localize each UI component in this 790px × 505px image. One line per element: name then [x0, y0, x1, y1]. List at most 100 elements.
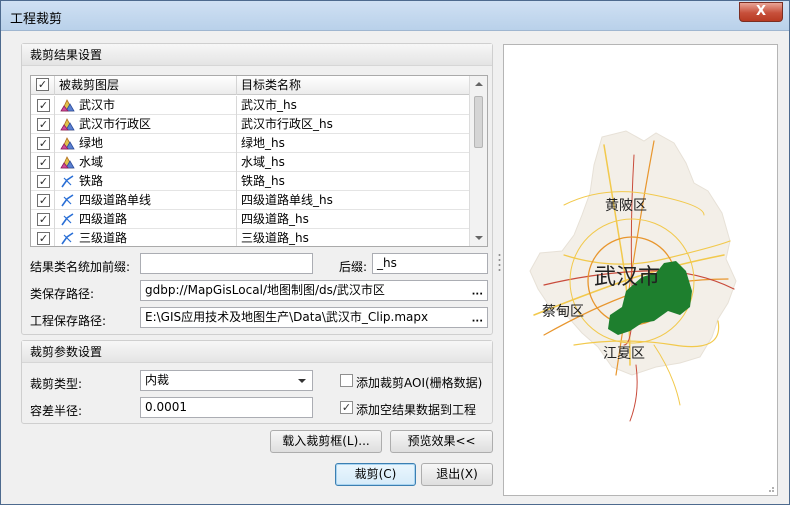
- map-preview-panel[interactable]: 黄陂区 武汉市 蔡甸区 江夏区: [503, 44, 778, 496]
- layer-cell[interactable]: 水域: [55, 153, 237, 172]
- target-cell[interactable]: 三级道路_hs: [237, 229, 469, 246]
- layer-cell[interactable]: 铁路: [55, 172, 237, 191]
- scrollbar-thumb[interactable]: [474, 96, 483, 148]
- row-check-cell: ✓: [31, 134, 55, 153]
- class-path-input[interactable]: gdbp://MapGisLocal/地图制图/ds/武汉市区 ···: [140, 280, 488, 301]
- clip-type-label: 裁剪类型:: [30, 377, 83, 391]
- class-path-browse-button[interactable]: ···: [472, 285, 483, 300]
- preview-button[interactable]: 预览效果<<: [390, 430, 493, 453]
- prefix-input[interactable]: [140, 253, 313, 274]
- layer-name: 武汉市: [79, 98, 116, 112]
- region-layer-icon: [60, 117, 75, 132]
- table-row[interactable]: ✓ 绿地 绿地_hs: [31, 134, 469, 153]
- target-cell[interactable]: 四级道路_hs: [237, 210, 469, 229]
- line-layer-icon: [60, 231, 75, 246]
- target-cell[interactable]: 四级道路单线_hs: [237, 191, 469, 210]
- add-aoi-label[interactable]: 添加裁剪AOI(栅格数据): [356, 374, 482, 391]
- dialog-client-area: 裁剪结果设置 ✓ 被裁剪图层 目标类名称 ✓ 武汉市 武汉市_hs ✓ 武汉市行政区 武汉…: [6, 32, 784, 500]
- map-label-caidian: 蔡甸区: [542, 304, 584, 320]
- prefix-label: 结果类名统加前缀:: [30, 260, 131, 274]
- exit-button[interactable]: 退出(X): [421, 463, 493, 486]
- region-layer-icon: [60, 155, 75, 170]
- layer-name: 三级道路: [79, 231, 128, 245]
- target-cell[interactable]: 武汉市行政区_hs: [237, 115, 469, 134]
- table-row[interactable]: ✓ 三级道路 三级道路_hs: [31, 229, 469, 246]
- scroll-up-arrow-icon[interactable]: [475, 82, 483, 86]
- layer-table: ✓ 被裁剪图层 目标类名称 ✓ 武汉市 武汉市_hs ✓ 武汉市行政区 武汉市行政区_hs…: [30, 75, 488, 247]
- region-layer-icon: [60, 136, 75, 151]
- line-layer-icon: [60, 212, 75, 227]
- clip-result-group: 裁剪结果设置 ✓ 被裁剪图层 目标类名称 ✓ 武汉市 武汉市_hs ✓ 武汉市行政区 武汉…: [21, 43, 493, 335]
- layer-cell[interactable]: 四级道路: [55, 210, 237, 229]
- column-header-layer[interactable]: 被裁剪图层: [55, 76, 237, 95]
- clip-type-value: 内裁: [145, 373, 170, 387]
- project-path-label: 工程保存路径:: [30, 314, 107, 328]
- select-all-column: ✓: [31, 76, 55, 95]
- table-row[interactable]: ✓ 四级道路 四级道路_hs: [31, 210, 469, 229]
- table-row[interactable]: ✓ 铁路 铁路_hs: [31, 172, 469, 191]
- class-path-label: 类保存路径:: [30, 287, 95, 301]
- layer-name: 武汉市行政区: [79, 117, 152, 131]
- row-checkbox[interactable]: ✓: [37, 156, 50, 169]
- target-cell[interactable]: 武汉市_hs: [237, 96, 469, 115]
- region-layer-icon: [60, 98, 75, 113]
- target-cell[interactable]: 水域_hs: [237, 153, 469, 172]
- row-checkbox[interactable]: ✓: [37, 232, 50, 245]
- row-check-cell: ✓: [31, 210, 55, 229]
- layer-name: 铁路: [79, 174, 104, 188]
- row-check-cell: ✓: [31, 229, 55, 246]
- table-row[interactable]: ✓ 水域 水域_hs: [31, 153, 469, 172]
- tolerance-label: 容差半径:: [30, 404, 83, 418]
- layer-cell[interactable]: 四级道路单线: [55, 191, 237, 210]
- layer-cell[interactable]: 武汉市行政区: [55, 115, 237, 134]
- row-checkbox[interactable]: ✓: [37, 213, 50, 226]
- row-check-cell: ✓: [31, 153, 55, 172]
- table-vertical-scrollbar[interactable]: [469, 76, 487, 246]
- title-bar[interactable]: 工程裁剪 X: [1, 1, 789, 31]
- layer-cell[interactable]: 三级道路: [55, 229, 237, 246]
- select-all-checkbox[interactable]: ✓: [36, 78, 49, 91]
- clip-dialog-window: 工程裁剪 X 裁剪结果设置 ✓ 被裁剪图层 目标类名称 ✓ 武汉市 武汉市_hs ✓ 武…: [0, 0, 790, 505]
- table-row[interactable]: ✓ 四级道路单线 四级道路单线_hs: [31, 191, 469, 210]
- suffix-input[interactable]: _hs: [372, 253, 488, 274]
- row-check-cell: ✓: [31, 115, 55, 134]
- row-checkbox[interactable]: ✓: [37, 175, 50, 188]
- clip-button[interactable]: 裁剪(C): [335, 463, 416, 486]
- row-checkbox[interactable]: ✓: [37, 137, 50, 150]
- chevron-down-icon[interactable]: [298, 379, 306, 383]
- load-clip-frame-button[interactable]: 载入裁剪框(L)...: [270, 430, 382, 453]
- map-label-wuhan: 武汉市: [594, 265, 661, 290]
- splitter-grip-icon[interactable]: [498, 252, 501, 272]
- layer-name: 绿地: [79, 136, 104, 150]
- resize-grip-icon[interactable]: [765, 483, 775, 493]
- project-path-input[interactable]: E:\GIS应用技术及地图生产\Data\武汉市_Clip.mapx ···: [140, 307, 488, 328]
- layer-name: 四级道路单线: [79, 193, 152, 207]
- layer-cell[interactable]: 武汉市: [55, 96, 237, 115]
- scroll-down-arrow-icon[interactable]: [475, 236, 483, 240]
- project-path-value: E:\GIS应用技术及地图生产\Data\武汉市_Clip.mapx: [145, 310, 429, 324]
- tolerance-input[interactable]: 0.0001: [140, 397, 313, 418]
- line-layer-icon: [60, 193, 75, 208]
- clip-param-group-title: 裁剪参数设置: [22, 341, 492, 363]
- map-label-huangpi: 黄陂区: [605, 198, 647, 214]
- layer-cell[interactable]: 绿地: [55, 134, 237, 153]
- table-row[interactable]: ✓ 武汉市 武汉市_hs: [31, 96, 469, 115]
- table-row[interactable]: ✓ 武汉市行政区 武汉市行政区_hs: [31, 115, 469, 134]
- clip-type-select[interactable]: 内裁: [140, 370, 313, 391]
- class-path-value: gdbp://MapGisLocal/地图制图/ds/武汉市区: [145, 283, 385, 297]
- add-empty-result-label[interactable]: 添加空结果数据到工程: [356, 401, 476, 418]
- row-checkbox[interactable]: ✓: [37, 118, 50, 131]
- project-path-browse-button[interactable]: ···: [472, 312, 483, 327]
- add-aoi-checkbox[interactable]: [340, 374, 353, 387]
- add-empty-result-checkbox[interactable]: ✓: [340, 401, 353, 414]
- column-header-target[interactable]: 目标类名称: [237, 76, 469, 95]
- row-check-cell: ✓: [31, 96, 55, 115]
- target-cell[interactable]: 绿地_hs: [237, 134, 469, 153]
- clip-result-group-title: 裁剪结果设置: [22, 44, 492, 66]
- layer-name: 四级道路: [79, 212, 128, 226]
- row-checkbox[interactable]: ✓: [37, 194, 50, 207]
- row-checkbox[interactable]: ✓: [37, 99, 50, 112]
- layer-name: 水域: [79, 155, 104, 169]
- target-cell[interactable]: 铁路_hs: [237, 172, 469, 191]
- close-button[interactable]: X: [739, 2, 783, 22]
